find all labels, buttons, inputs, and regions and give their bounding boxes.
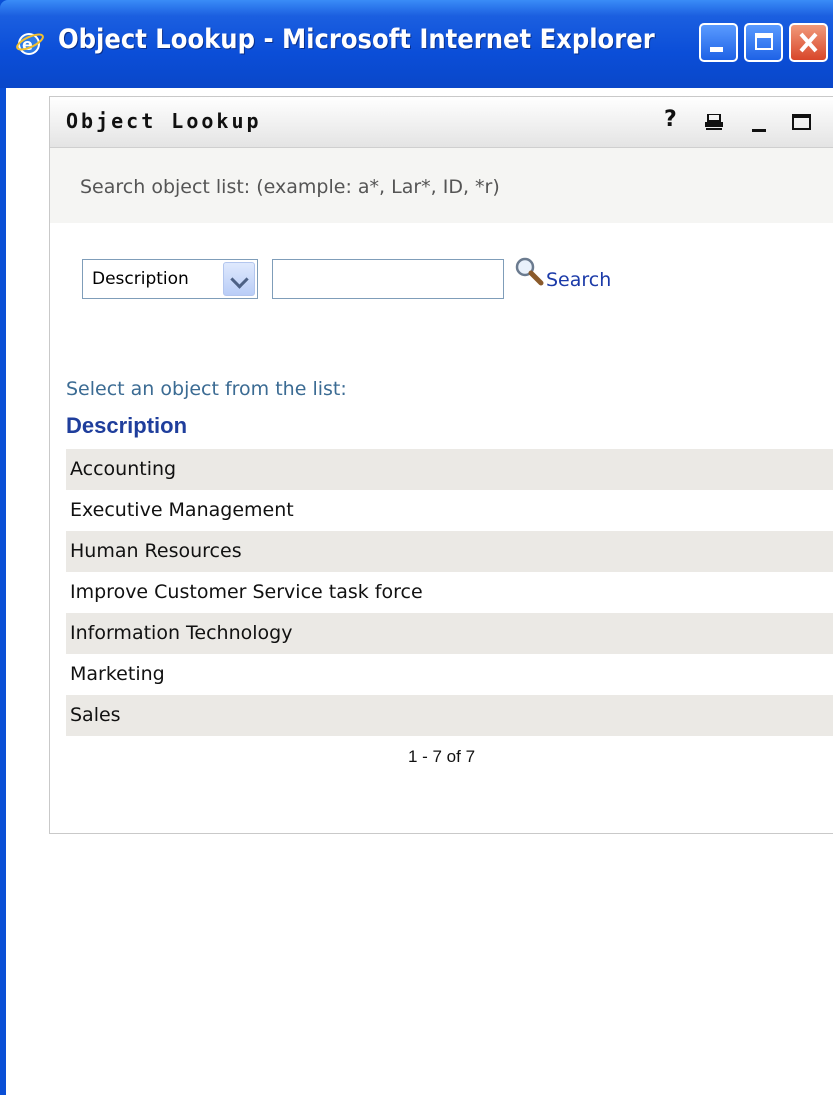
window-close-button[interactable] [789,23,828,62]
print-icon[interactable] [705,114,723,130]
search-hint-band: Search object list: (example: a*, Lar*, … [50,148,833,223]
chevron-down-icon [230,270,249,289]
search-input[interactable] [272,259,504,299]
title-bar[interactable]: e Object Lookup - Microsoft Internet Exp… [0,0,833,88]
list-item[interactable]: Sales [66,695,833,736]
column-header-description[interactable]: Description [66,413,187,439]
object-lookup-portlet: Object Lookup ? Search object list: (exa… [49,96,833,834]
browser-window: e Object Lookup - Microsoft Internet Exp… [0,0,833,1095]
list-item[interactable]: Marketing [66,654,833,695]
minimize-icon[interactable] [752,129,766,132]
list-caption: Select an object from the list: [66,378,347,400]
close-icon [799,32,818,53]
maximize-glyph-icon [755,33,773,50]
pagination-status: 1 - 7 of 7 [407,747,476,766]
list-item[interactable]: Executive Management [66,490,833,531]
magnifier-icon[interactable] [512,255,546,289]
window-minimize-button[interactable] [699,23,738,62]
browser-content: Object Lookup ? Search object list: (exa… [6,88,833,1095]
list-item[interactable]: Human Resources [66,531,833,572]
dropdown-button[interactable] [223,262,255,296]
search-field-select[interactable]: Description [82,259,258,299]
list-item[interactable]: Information Technology [66,613,833,654]
internet-explorer-icon: e [16,33,44,55]
window-maximize-button[interactable] [744,23,783,62]
search-field-value: Description [92,269,189,289]
object-list: Accounting Executive Management Human Re… [66,449,833,736]
minimize-glyph-icon [710,47,723,52]
portlet-title: Object Lookup [66,109,262,133]
help-icon[interactable]: ? [664,107,677,132]
search-hint: Search object list: (example: a*, Lar*, … [80,176,500,198]
portlet-header: Object Lookup ? [50,97,833,148]
search-button[interactable]: Search [546,269,611,291]
list-item[interactable]: Accounting [66,449,833,490]
list-item[interactable]: Improve Customer Service task force [66,572,833,613]
maximize-icon[interactable] [792,114,811,130]
window-title: Object Lookup - Microsoft Internet Explo… [58,24,655,55]
